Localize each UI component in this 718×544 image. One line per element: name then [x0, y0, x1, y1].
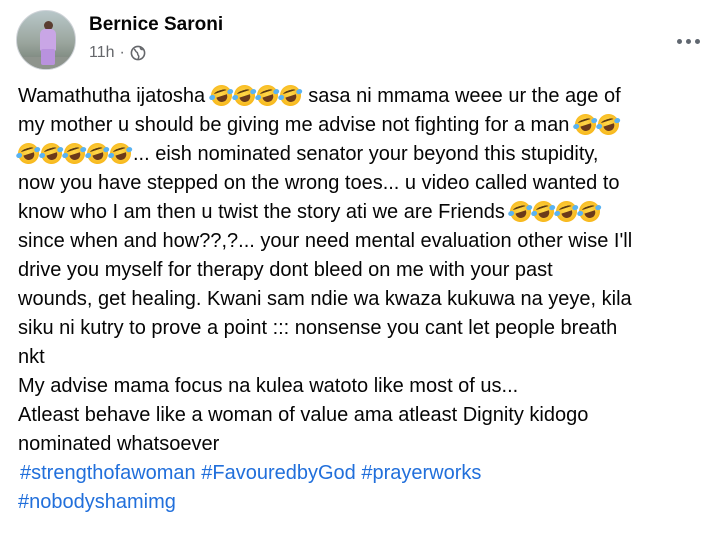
rolling-on-floor-laughing-emoji-icon [230, 82, 258, 109]
rolling-on-floor-laughing-emoji-icon [61, 140, 88, 167]
facebook-post: Bernice Saroni 11h · Wamathutha ijatosha… [0, 0, 718, 544]
more-options-dot [694, 38, 700, 44]
rolling-on-floor-laughing-emoji-icon [530, 198, 558, 225]
hashtag-line: #nobodyshamimg [18, 488, 708, 517]
post-line: since when and how??,?... your need ment… [18, 230, 633, 252]
more-options-icon [676, 38, 682, 44]
hashtag-link[interactable]: #prayerworks [361, 462, 481, 484]
post-line: nkt [18, 346, 45, 368]
post-body: Wamathutha ijatosha sasa ni mmama weee u… [15, 82, 708, 517]
hashtag-line: #strengthofawoman #FavouredbyGod #prayer… [18, 459, 708, 488]
rolling-on-floor-laughing-emoji-icon [507, 198, 535, 225]
post-line: wounds, get healing. Kwani sam ndie wa k… [18, 288, 632, 310]
post-text: sasa ni mmama weee ur the age of [308, 85, 621, 107]
post-line: my mother u should be giving me advise n… [18, 111, 708, 140]
rolling-on-floor-laughing-emoji-icon [576, 198, 604, 225]
rolling-on-floor-laughing-emoji-icon [107, 140, 134, 167]
rolling-on-floor-laughing-emoji-icon [38, 140, 65, 167]
post-line: siku ni kutry to prove a point ::: nonse… [18, 317, 618, 339]
post-header: Bernice Saroni 11h · [16, 10, 706, 70]
post-timestamp[interactable]: 11h [89, 44, 115, 62]
post-line: ... eish nominated senator your beyond t… [15, 140, 708, 169]
post-meta: 11h · [89, 44, 146, 62]
post-text: Wamathutha ijatosha [18, 85, 206, 107]
post-line: drive you myself for therapy dont bleed … [18, 259, 553, 281]
globe-icon[interactable] [130, 45, 146, 61]
post-line: Atleast behave like a woman of value ama… [18, 404, 589, 426]
post-line: now you have stepped on the wrong toes..… [18, 172, 620, 194]
more-options-button[interactable] [670, 28, 706, 54]
author-name[interactable]: Bernice Saroni [89, 14, 223, 36]
post-text: know who I am then u twist the story ati… [18, 201, 505, 223]
meta-separator: · [119, 44, 125, 61]
rolling-on-floor-laughing-emoji-icon [84, 140, 111, 167]
hashtag-link[interactable]: #FavouredbyGod [201, 462, 356, 484]
rolling-on-floor-laughing-emoji-icon [572, 111, 599, 138]
post-text: my mother u should be giving me advise n… [18, 114, 570, 136]
rolling-on-floor-laughing-emoji-icon [595, 111, 622, 138]
rolling-on-floor-laughing-emoji-icon [276, 82, 304, 109]
rolling-on-floor-laughing-emoji-icon [207, 82, 235, 109]
post-line: nominated whatsoever [18, 433, 220, 455]
more-options-dot [685, 38, 691, 44]
rolling-on-floor-laughing-emoji-icon [15, 140, 42, 167]
post-line: know who I am then u twist the story ati… [18, 198, 708, 227]
post-line: My advise mama focus na kulea watoto lik… [18, 375, 519, 397]
rolling-on-floor-laughing-emoji-icon [253, 82, 281, 109]
hashtag-link[interactable]: #nobodyshamimg [18, 491, 176, 513]
post-text: ... eish nominated senator your beyond t… [133, 143, 599, 165]
post-line: Wamathutha ijatosha sasa ni mmama weee u… [18, 82, 708, 111]
hashtag-link[interactable]: #strengthofawoman [20, 462, 196, 484]
author-avatar[interactable] [16, 10, 76, 70]
rolling-on-floor-laughing-emoji-icon [553, 198, 581, 225]
